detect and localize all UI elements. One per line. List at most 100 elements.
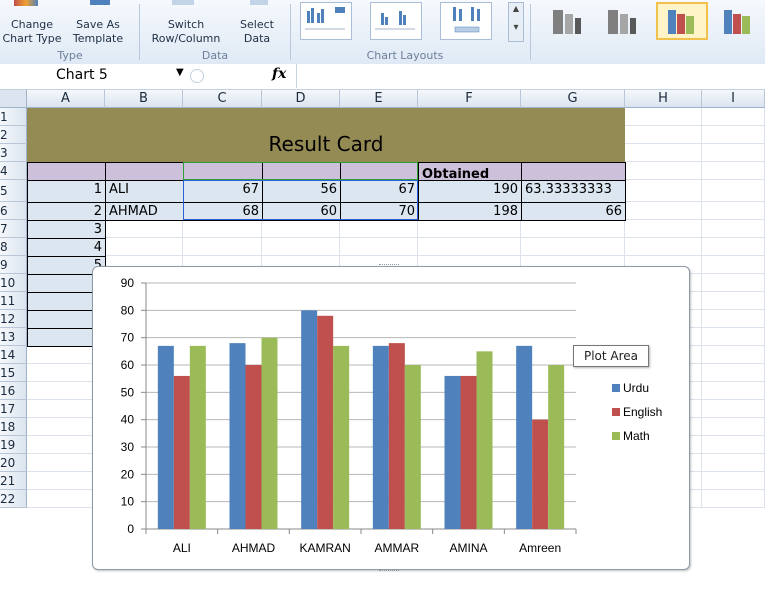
empty-cell[interactable]: [625, 108, 702, 126]
result-card-title[interactable]: Result Card: [27, 108, 625, 162]
change-chart-type-button[interactable]: Change Chart Type: [0, 18, 68, 46]
data-cell-a7[interactable]: 3: [27, 220, 106, 239]
empty-cell[interactable]: [105, 238, 183, 256]
chart-style-4-thumbnail[interactable]: [716, 6, 760, 36]
empty-cell[interactable]: [702, 292, 765, 310]
empty-cell[interactable]: [702, 144, 765, 162]
column-header-c[interactable]: C: [183, 90, 262, 108]
empty-cell[interactable]: [702, 108, 765, 126]
row-header-22[interactable]: 22: [0, 490, 27, 508]
column-header-g[interactable]: G: [521, 90, 625, 108]
empty-cell[interactable]: [262, 220, 340, 238]
empty-cell[interactable]: [702, 126, 765, 144]
data-cell-g6[interactable]: 66: [521, 202, 626, 221]
chart-style-1-thumbnail[interactable]: [545, 6, 589, 36]
data-cell-b6[interactable]: AHMAD: [105, 202, 184, 221]
data-cell-a5[interactable]: 1: [27, 180, 106, 203]
empty-cell[interactable]: [340, 220, 418, 238]
data-cell-a6[interactable]: 2: [27, 202, 106, 221]
empty-cell[interactable]: [105, 220, 183, 238]
empty-cell[interactable]: [702, 310, 765, 328]
row-header-16[interactable]: 16: [0, 382, 27, 400]
column-header-b[interactable]: B: [105, 90, 183, 108]
empty-cell[interactable]: [521, 220, 625, 238]
row-header-18[interactable]: 18: [0, 418, 27, 436]
empty-cell[interactable]: [625, 220, 702, 238]
empty-cell[interactable]: [702, 382, 765, 400]
row-header-9[interactable]: 9: [0, 256, 27, 274]
row-header-11[interactable]: 11: [0, 292, 27, 310]
empty-cell[interactable]: [702, 274, 765, 292]
header-cell-f[interactable]: ObtainedMarks: [418, 162, 522, 181]
data-cell-g5[interactable]: 63.33333333: [521, 180, 626, 203]
data-cell-f5[interactable]: 190: [418, 180, 522, 203]
formula-input[interactable]: [296, 64, 765, 88]
column-header-f[interactable]: F: [418, 90, 521, 108]
empty-cell[interactable]: [625, 180, 702, 202]
row-header-3[interactable]: 3: [0, 144, 27, 162]
empty-cell[interactable]: [702, 346, 765, 364]
empty-cell[interactable]: [702, 328, 765, 346]
name-box[interactable]: Chart 5 ▼: [28, 67, 184, 85]
column-header-h[interactable]: H: [625, 90, 702, 108]
empty-cell[interactable]: [262, 238, 340, 256]
empty-cell[interactable]: [702, 364, 765, 382]
empty-cell[interactable]: [625, 202, 702, 220]
empty-cell[interactable]: [340, 238, 418, 256]
column-header-d[interactable]: D: [262, 90, 340, 108]
row-header-2[interactable]: 2: [0, 126, 27, 144]
empty-cell[interactable]: [702, 256, 765, 274]
row-header-21[interactable]: 21: [0, 472, 27, 490]
column-header-a[interactable]: A: [27, 90, 105, 108]
empty-cell[interactable]: [418, 220, 521, 238]
empty-cell[interactable]: [625, 238, 702, 256]
chart-resize-handle-top[interactable]: [379, 264, 399, 270]
row-header-6[interactable]: 6: [0, 202, 27, 220]
select-data-button[interactable]: Select Data: [232, 18, 282, 46]
chart-layout-2-thumbnail[interactable]: [370, 2, 422, 40]
empty-cell[interactable]: [702, 472, 765, 490]
chart-object[interactable]: 0 10 20 30 40 50 60 70 80 90 ALI AHMAD KAMRAN AMMAR AM…: [92, 264, 690, 571]
empty-cell[interactable]: [702, 418, 765, 436]
row-header-17[interactable]: 17: [0, 400, 27, 418]
row-header-12[interactable]: 12: [0, 310, 27, 328]
data-cell-b5[interactable]: ALI: [105, 180, 184, 203]
empty-cell[interactable]: [702, 436, 765, 454]
empty-cell[interactable]: [702, 490, 765, 508]
insert-function-icon[interactable]: fx: [272, 66, 286, 82]
save-as-template-button[interactable]: Save As Template: [64, 18, 132, 46]
row-header-10[interactable]: 10: [0, 274, 27, 292]
name-box-dropdown-icon[interactable]: ▼: [176, 67, 184, 78]
empty-cell[interactable]: [183, 238, 262, 256]
chart-style-2-thumbnail[interactable]: [600, 6, 644, 36]
empty-cell[interactable]: [625, 144, 702, 162]
row-header-4[interactable]: 4: [0, 162, 27, 180]
data-cell-f6[interactable]: 198: [418, 202, 522, 221]
chart-layout-3-thumbnail[interactable]: [440, 2, 492, 40]
empty-cell[interactable]: [702, 454, 765, 472]
row-header-15[interactable]: 15: [0, 364, 27, 382]
empty-cell[interactable]: [702, 202, 765, 220]
switch-row-column-button[interactable]: Switch Row/Column: [146, 18, 226, 46]
empty-cell[interactable]: [625, 162, 702, 180]
row-header-14[interactable]: 14: [0, 346, 27, 364]
row-header-20[interactable]: 20: [0, 454, 27, 472]
empty-cell[interactable]: [702, 238, 765, 256]
select-all-corner[interactable]: [0, 90, 27, 108]
empty-cell[interactable]: [702, 162, 765, 180]
empty-cell[interactable]: [183, 220, 262, 238]
chart-resize-handle-bottom[interactable]: [379, 566, 399, 571]
row-header-13[interactable]: 13: [0, 328, 27, 346]
row-header-8[interactable]: 8: [0, 238, 27, 256]
empty-cell[interactable]: [702, 400, 765, 418]
row-header-7[interactable]: 7: [0, 220, 27, 238]
data-cell-a8[interactable]: 4: [27, 238, 106, 257]
empty-cell[interactable]: [702, 220, 765, 238]
empty-cell[interactable]: [702, 180, 765, 202]
row-header-1[interactable]: 1: [0, 108, 27, 126]
empty-cell[interactable]: [625, 126, 702, 144]
column-header-i[interactable]: I: [702, 90, 765, 108]
row-header-5[interactable]: 5: [0, 180, 27, 202]
column-header-e[interactable]: E: [340, 90, 418, 108]
row-header-19[interactable]: 19: [0, 436, 27, 454]
